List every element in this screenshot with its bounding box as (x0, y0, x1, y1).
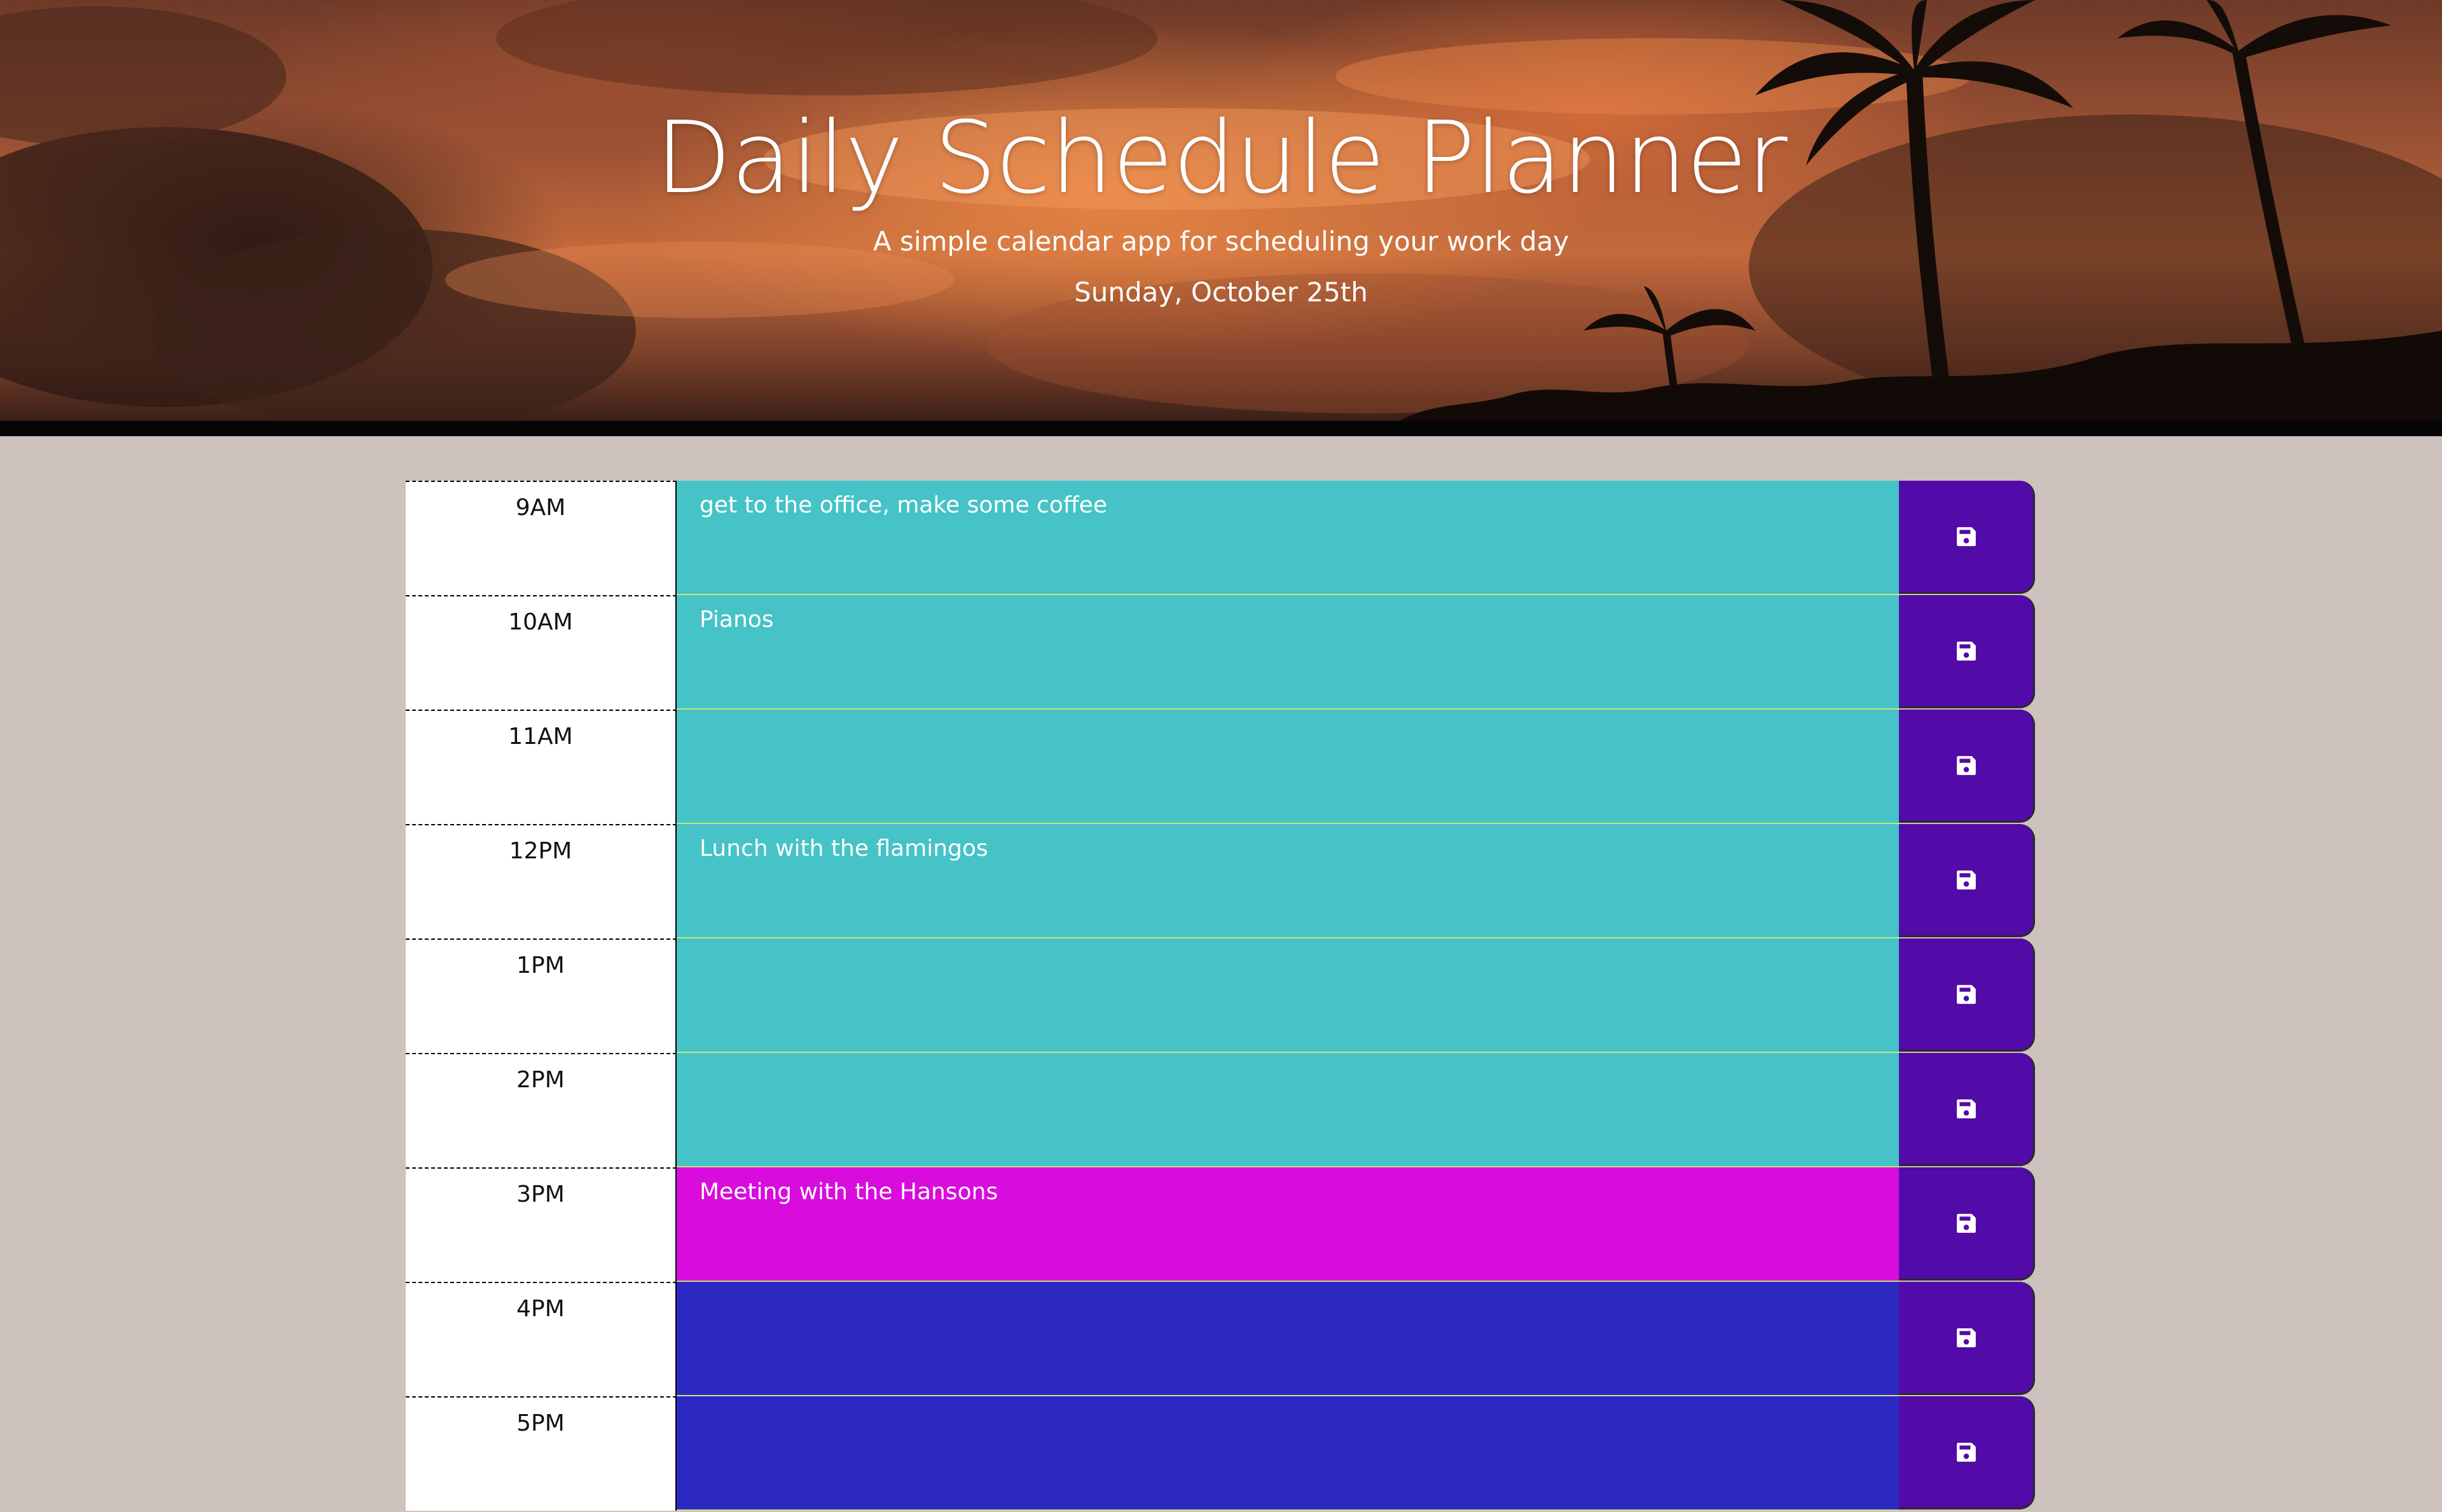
floppy-disk-icon (1956, 526, 1976, 546)
schedule-container: 9AM get to the office, make some coffee … (406, 481, 2036, 1511)
hour-label: 3PM (406, 1167, 677, 1282)
time-block-row: 10AM Pianos (406, 595, 2036, 710)
save-button[interactable] (1899, 1167, 2035, 1281)
floppy-disk-icon (1956, 870, 1976, 890)
hour-label: 11AM (406, 710, 677, 824)
floppy-disk-icon (1956, 1328, 1976, 1347)
time-block-row: 11AM (406, 710, 2036, 824)
save-button[interactable] (1899, 710, 2035, 823)
current-date: Sunday, October 25th (1074, 277, 1368, 308)
time-block-row: 1PM (406, 938, 2036, 1053)
time-block-row: 4PM (406, 1282, 2036, 1396)
save-button[interactable] (1899, 1282, 2035, 1395)
hour-label: 12PM (406, 824, 677, 938)
floppy-disk-icon (1956, 1442, 1976, 1462)
hour-label: 5PM (406, 1396, 677, 1511)
task-input[interactable] (677, 1053, 1899, 1167)
save-button[interactable] (1899, 595, 2035, 708)
save-button[interactable] (1899, 824, 2035, 937)
hour-label: 2PM (406, 1053, 677, 1167)
time-block-row: 5PM (406, 1396, 2036, 1511)
save-button[interactable] (1899, 481, 2035, 594)
task-input[interactable] (677, 1282, 1899, 1396)
time-block-row: 3PM Meeting with the Hansons (406, 1167, 2036, 1282)
save-button[interactable] (1899, 1396, 2035, 1509)
save-button[interactable] (1899, 938, 2035, 1052)
floppy-disk-icon (1956, 984, 1976, 1004)
floppy-disk-icon (1956, 755, 1976, 775)
time-block-row: 9AM get to the office, make some coffee (406, 481, 2036, 595)
page-title: Daily Schedule Planner (655, 100, 1788, 216)
task-input[interactable] (677, 1396, 1899, 1511)
hour-label: 1PM (406, 938, 677, 1053)
task-input[interactable] (677, 710, 1899, 824)
time-block-row: 12PM Lunch with the flamingos (406, 824, 2036, 938)
task-input[interactable]: get to the office, make some coffee (677, 481, 1899, 595)
floppy-disk-icon (1956, 1213, 1976, 1233)
hour-label: 10AM (406, 595, 677, 710)
task-input[interactable]: Meeting with the Hansons (677, 1167, 1899, 1282)
page-subtitle: A simple calendar app for scheduling you… (873, 226, 1569, 257)
time-block-row: 2PM (406, 1053, 2036, 1167)
task-input[interactable]: Lunch with the flamingos (677, 824, 1899, 938)
hero-banner: Daily Schedule Planner A simple calendar… (0, 0, 2442, 421)
floppy-disk-icon (1956, 641, 1976, 661)
hour-label: 4PM (406, 1282, 677, 1396)
task-input[interactable]: Pianos (677, 595, 1899, 710)
floppy-disk-icon (1956, 1099, 1976, 1118)
header-divider (0, 421, 2442, 436)
save-button[interactable] (1899, 1053, 2035, 1166)
hour-label: 9AM (406, 481, 677, 595)
task-input[interactable] (677, 938, 1899, 1053)
